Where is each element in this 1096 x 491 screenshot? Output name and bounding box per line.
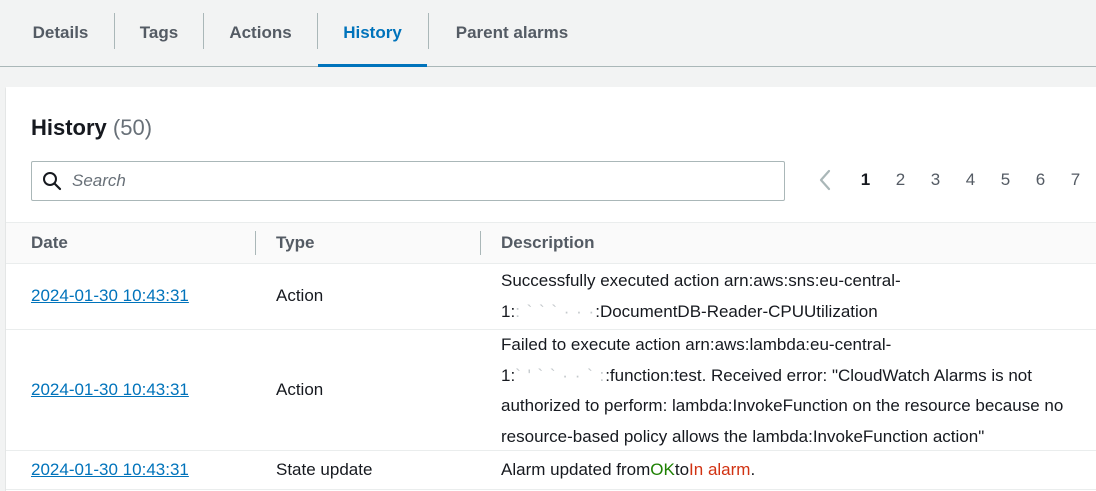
pagination: 1 2 3 4 5 6 7	[814, 161, 1093, 199]
page-4-button[interactable]: 4	[953, 170, 988, 190]
date-cell: 2024-01-30 10:43:31	[31, 263, 189, 329]
tab-parent-alarms[interactable]: Parent alarms	[436, 0, 588, 66]
chevron-left-icon[interactable]	[814, 169, 836, 191]
search-icon	[43, 172, 62, 191]
redacted-account-id: ` ' ` ` · · ` :	[515, 365, 606, 385]
tab-history[interactable]: History	[318, 0, 427, 67]
page-3-button[interactable]: 3	[918, 170, 953, 190]
description-line: resource-based policy allows the lambda:…	[501, 426, 985, 446]
tab-bar: Details Tags Actions History Parent alar…	[0, 0, 1096, 67]
description-cell: Successfully executed action arn:aws:sns…	[501, 266, 1096, 327]
arn-suffix: :DocumentDB-Reader-CPUUtilization	[595, 301, 878, 321]
description-line: 1:: ` ` ` · · ·:DocumentDB-Reader-CPUUti…	[501, 297, 1096, 328]
history-count: (50)	[112, 115, 153, 140]
date-cell: 2024-01-30 10:43:31	[31, 451, 189, 489]
page-7-button[interactable]: 7	[1058, 170, 1093, 190]
state-ok: OK	[650, 460, 675, 479]
page-6-button[interactable]: 6	[1023, 170, 1058, 190]
description-line: Successfully executed action arn:aws:sns…	[501, 271, 901, 290]
search-input[interactable]	[70, 170, 724, 192]
history-title: History	[31, 115, 107, 140]
tab-actions[interactable]: Actions	[210, 0, 311, 66]
search-box[interactable]	[31, 161, 785, 201]
description-line: Failed to execute action arn:aws:lambda:…	[501, 335, 892, 354]
tab-divider	[428, 13, 429, 49]
table-row: 2024-01-30 10:43:31 Action Failed to exe…	[6, 330, 1096, 451]
history-date-link[interactable]: 2024-01-30 10:43:31	[31, 380, 189, 400]
description-line: 1:` ' ` ` · · ` ::function:test. Receive…	[501, 361, 1096, 392]
page-1-button[interactable]: 1	[848, 170, 883, 190]
column-resizer[interactable]	[255, 231, 256, 255]
arn-prefix: 1:	[501, 365, 516, 385]
panel-title: History (50)	[31, 115, 152, 141]
type-cell: Action	[276, 286, 324, 305]
desc-mid: to	[674, 460, 690, 479]
description-line: authorized to perform: lambda:InvokeFunc…	[501, 396, 1064, 415]
state-in-alarm: In alarm	[689, 460, 751, 479]
tab-divider	[114, 13, 115, 49]
table-header: Date Type Description	[6, 222, 1096, 264]
tab-tags[interactable]: Tags	[121, 0, 197, 66]
type-cell: State update	[276, 460, 373, 479]
page-2-button[interactable]: 2	[883, 170, 918, 190]
column-header-type[interactable]: Type	[276, 223, 314, 263]
desc-end: .	[750, 460, 756, 479]
type-cell: Action	[276, 380, 324, 399]
tab-divider	[203, 13, 204, 49]
history-panel: History (50) 1 2 3 4 5 6 7 Date Type Des…	[6, 87, 1096, 491]
arn-suffix: :function:test. Received error: "CloudWa…	[605, 365, 1032, 385]
column-header-date[interactable]: Date	[31, 223, 68, 263]
description-cell: Failed to execute action arn:aws:lambda:…	[501, 330, 1096, 452]
description-cell: Alarm updated from OK to In alarm.	[501, 451, 755, 489]
desc-prefix: Alarm updated from	[501, 460, 651, 479]
arn-prefix: 1:	[501, 301, 516, 321]
column-header-description[interactable]: Description	[501, 223, 595, 263]
history-date-link[interactable]: 2024-01-30 10:43:31	[31, 460, 189, 480]
page-5-button[interactable]: 5	[988, 170, 1023, 190]
history-date-link[interactable]: 2024-01-30 10:43:31	[31, 286, 189, 306]
column-resizer[interactable]	[480, 231, 481, 255]
date-cell: 2024-01-30 10:43:31	[31, 330, 189, 450]
table-row: 2024-01-30 10:43:31 State update Alarm u…	[6, 451, 1096, 490]
table-row: 2024-01-30 10:43:31 Action Successfully …	[6, 263, 1096, 330]
tab-details[interactable]: Details	[14, 0, 107, 66]
redacted-account-id: : ` ` ` · · ·	[515, 301, 596, 321]
